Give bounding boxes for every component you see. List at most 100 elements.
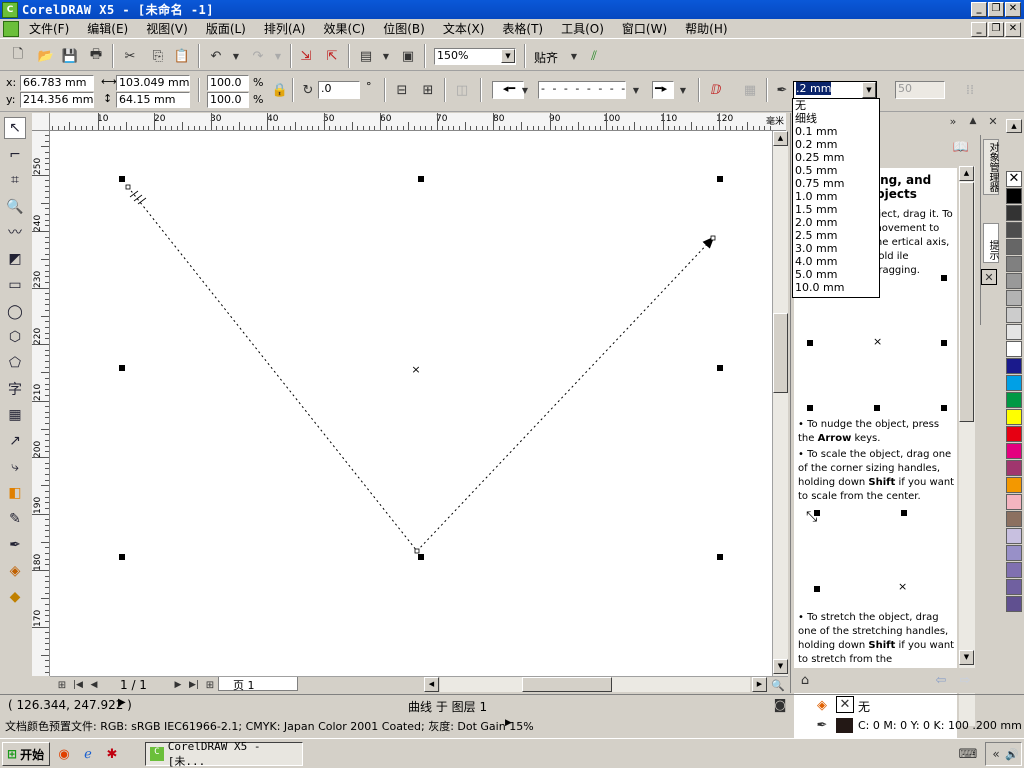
- scroll-right-icon[interactable]: ▶: [752, 677, 767, 692]
- hints-forward-icon[interactable]: ⇨: [955, 670, 975, 690]
- mirror-horizontal-icon[interactable]: ⊟: [392, 80, 412, 100]
- quick-launch-icon[interactable]: ✱: [102, 744, 122, 764]
- outline-pen-icon[interactable]: ✒: [772, 80, 792, 100]
- outline-width-option[interactable]: 细线: [793, 112, 879, 125]
- minimize-button[interactable]: _: [971, 2, 987, 17]
- horizontal-ruler[interactable]: 10 20 30 40 50 60 70 80 90 100 110 120 毫…: [50, 113, 786, 131]
- hints-scroll-up-icon[interactable]: ▲: [959, 166, 974, 181]
- stretch-handle-top[interactable]: [418, 176, 424, 182]
- volume-icon[interactable]: 🔊: [1002, 744, 1022, 764]
- color-swatch[interactable]: [1006, 477, 1022, 493]
- color-swatch[interactable]: [1006, 273, 1022, 289]
- navigator-zoom-icon[interactable]: 🔍: [768, 675, 788, 695]
- fill-swatch-icon[interactable]: ✕: [836, 696, 854, 713]
- outline-width-option[interactable]: 0.2 mm: [793, 138, 879, 151]
- end-arrowhead-combo[interactable]: ━▸: [652, 81, 674, 99]
- mirror-vertical-icon[interactable]: ⊞: [418, 80, 438, 100]
- expand-docker-icon[interactable]: »: [943, 111, 963, 131]
- cut-icon[interactable]: ✂: [120, 46, 140, 66]
- status-expand-icon[interactable]: ▶: [118, 697, 126, 708]
- start-arrowhead-dropdown-icon[interactable]: ▼: [515, 80, 535, 100]
- smart-fill-icon[interactable]: ◩: [4, 248, 26, 270]
- blend-tool-icon[interactable]: ◧: [4, 482, 26, 504]
- center-marker[interactable]: ×: [411, 363, 420, 376]
- node[interactable]: [414, 548, 420, 554]
- welcome-screen-icon[interactable]: ▣: [398, 46, 418, 66]
- profile-expand-icon[interactable]: ▶: [505, 718, 512, 728]
- horizontal-scroll-track[interactable]: [440, 677, 750, 692]
- menu-text[interactable]: 文本(X): [443, 20, 485, 37]
- polygon-tool-icon[interactable]: ⬡: [4, 326, 26, 348]
- line-style-dropdown-icon[interactable]: ▼: [626, 80, 646, 100]
- application-launcher-icon[interactable]: ▤: [356, 46, 376, 66]
- lock-ratio-icon[interactable]: 🔒: [270, 80, 290, 100]
- outline-width-option[interactable]: 2.0 mm: [793, 216, 879, 229]
- outline-width-option[interactable]: 5.0 mm: [793, 268, 879, 281]
- outline-width-option[interactable]: 10.0 mm: [793, 281, 879, 294]
- color-swatch[interactable]: [1006, 256, 1022, 272]
- pick-tool-icon[interactable]: ↖: [4, 117, 26, 139]
- table-tool-icon[interactable]: ▦: [4, 404, 26, 426]
- tab-hints[interactable]: 提示: [983, 223, 999, 263]
- redo-dropdown-icon[interactable]: ▼: [268, 46, 288, 66]
- outline-width-option[interactable]: 0.1 mm: [793, 125, 879, 138]
- color-swatch[interactable]: [1006, 290, 1022, 306]
- view-toggle-icon[interactable]: ◙: [770, 695, 790, 715]
- add-page-after-icon[interactable]: ⊞: [200, 675, 220, 695]
- outline-status-icon[interactable]: ✒: [812, 715, 832, 735]
- zoom-level-combo[interactable]: 150% ▼: [434, 48, 516, 65]
- doc-restore-button[interactable]: ❐: [988, 22, 1004, 37]
- hints-home-icon[interactable]: ⌂: [795, 670, 815, 690]
- keyboard-icon[interactable]: ⌨: [958, 744, 978, 764]
- menu-layout[interactable]: 版面(L): [206, 20, 246, 37]
- print-icon[interactable]: 🖶: [86, 46, 106, 66]
- export-icon[interactable]: ⇱: [322, 46, 342, 66]
- color-swatch[interactable]: [1006, 341, 1022, 357]
- scroll-up-icon[interactable]: ▲: [773, 131, 788, 146]
- outline-width-option[interactable]: 0.5 mm: [793, 164, 879, 177]
- doc-minimize-button[interactable]: _: [971, 22, 987, 37]
- ie-icon[interactable]: ℯ: [78, 744, 98, 764]
- fill-tool-icon[interactable]: ◈: [4, 560, 26, 582]
- freehand-tool-icon[interactable]: 〰: [4, 221, 26, 243]
- color-swatch[interactable]: [1006, 188, 1022, 204]
- sizing-handle-br[interactable]: [717, 554, 723, 560]
- canvas-vertical-scrollbar[interactable]: ▲ ▼: [772, 131, 788, 676]
- chrome-icon[interactable]: ◉: [54, 744, 74, 764]
- open-icon[interactable]: 📂: [36, 46, 56, 66]
- outline-tool-icon[interactable]: ✒: [4, 534, 26, 556]
- start-button[interactable]: ⊞ 开始: [2, 742, 50, 766]
- previous-page-icon[interactable]: ◀: [84, 675, 104, 695]
- menu-bitmaps[interactable]: 位图(B): [383, 20, 425, 37]
- color-swatch[interactable]: [1006, 324, 1022, 340]
- color-swatch[interactable]: [1006, 511, 1022, 527]
- rotation-angle-field[interactable]: .0: [318, 81, 360, 99]
- page-tab-1[interactable]: 页 1: [218, 677, 298, 692]
- maximize-button[interactable]: ❐: [988, 2, 1004, 17]
- drawing-canvas[interactable]: ×: [50, 131, 772, 676]
- color-swatch[interactable]: [1006, 307, 1022, 323]
- menu-table[interactable]: 表格(T): [502, 20, 543, 37]
- node[interactable]: [125, 184, 131, 190]
- zoom-dropdown-icon[interactable]: ▼: [501, 49, 515, 63]
- paste-icon[interactable]: 📋: [172, 46, 192, 66]
- menu-view[interactable]: 视图(V): [146, 20, 188, 37]
- stretch-handle-bottom[interactable]: [418, 554, 424, 560]
- color-swatch[interactable]: [1006, 222, 1022, 238]
- outline-width-dropdown-icon[interactable]: ▼: [862, 82, 876, 98]
- ruler-origin[interactable]: [32, 113, 50, 131]
- color-swatch[interactable]: [1006, 562, 1022, 578]
- document-icon[interactable]: [3, 20, 19, 37]
- line-style-combo[interactable]: - - - - - - - - -: [538, 81, 626, 99]
- ellipse-tool-icon[interactable]: ◯: [4, 301, 26, 323]
- outline-width-option[interactable]: 4.0 mm: [793, 255, 879, 268]
- color-swatch[interactable]: [1006, 545, 1022, 561]
- end-arrowhead-dropdown-icon[interactable]: ▼: [673, 80, 693, 100]
- options-icon[interactable]: ⁞⁞: [960, 80, 980, 100]
- rectangle-tool-icon[interactable]: ▭: [4, 274, 26, 296]
- menu-arrange[interactable]: 排列(A): [264, 20, 306, 37]
- stretch-handle-right[interactable]: [717, 365, 723, 371]
- color-swatch[interactable]: [1006, 443, 1022, 459]
- scale-y-field[interactable]: 100.0: [207, 92, 249, 108]
- menu-file[interactable]: 文件(F): [29, 20, 69, 37]
